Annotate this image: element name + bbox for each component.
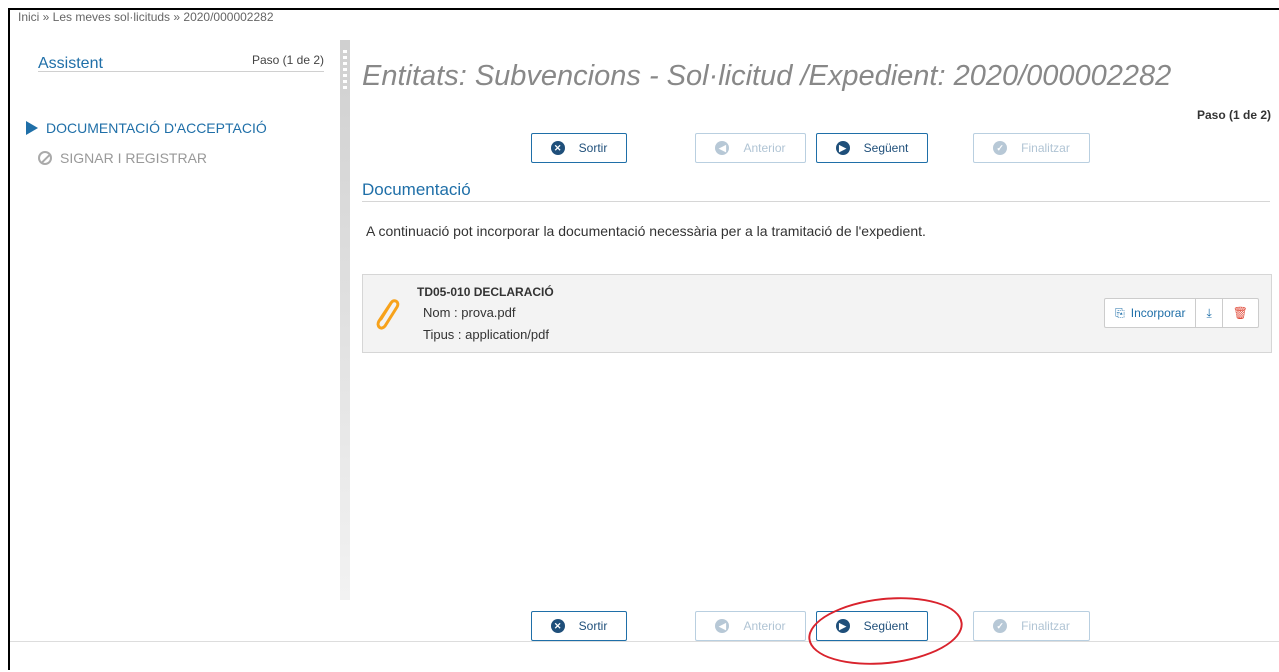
step-indicator: Paso (1 de 2) — [1196, 108, 1271, 122]
download-button[interactable]: ⤓ — [1196, 299, 1223, 327]
footer-divider — [10, 641, 1279, 642]
document-item: TD05-010 DECLARACIÓ Nom : prova.pdf Tipu… — [362, 274, 1272, 353]
check-circle-icon: ✓ — [993, 619, 1008, 633]
section-divider — [362, 201, 1270, 202]
exit-button[interactable]: ✕ Sortir — [531, 133, 627, 163]
finish-button: ✓ Finalitzar — [973, 133, 1090, 163]
splitter[interactable] — [340, 40, 350, 600]
previous-circle-icon: ◀ — [715, 141, 730, 155]
sidebar-item-documentacio[interactable]: DOCUMENTACIÓ D'ACCEPTACIÓ — [26, 120, 267, 136]
top-button-row: ✕ Sortir ◀ Anterior ▶ Següent ✓ Finalitz… — [360, 133, 1270, 163]
sidebar-title: Assistent — [38, 55, 103, 72]
sidebar-step: Paso (1 de 2) — [251, 53, 324, 67]
breadcrumb[interactable]: Inici » Les meves sol·licituds » 2020/00… — [18, 10, 274, 24]
sidebar-header: Assistent Paso (1 de 2) — [38, 52, 324, 72]
sidebar-item-label: DOCUMENTACIÓ D'ACCEPTACIÓ — [46, 120, 267, 136]
next-button[interactable]: ▶ Següent — [816, 133, 928, 163]
document-actions: ⎘ Incorporar ⤓ 🗑 — [1104, 298, 1259, 328]
document-code: TD05-010 DECLARACIÓ — [417, 285, 554, 299]
next-circle-icon: ▶ — [835, 141, 850, 155]
document-type: Tipus : application/pdf — [423, 327, 549, 342]
document-name: Nom : prova.pdf — [423, 305, 516, 320]
check-circle-icon: ✓ — [993, 141, 1008, 155]
previous-circle-icon: ◀ — [715, 619, 730, 633]
play-icon — [26, 121, 38, 135]
sidebar-item-label: SIGNAR I REGISTRAR — [60, 150, 208, 166]
close-circle-icon: ✕ — [550, 141, 565, 155]
page-title: Entitats: Subvencions - Sol·licitud /Exp… — [362, 60, 1172, 92]
previous-button-bottom: ◀ Anterior — [695, 611, 806, 641]
intro-text: A continuació pot incorporar la document… — [366, 223, 926, 239]
download-icon: ⤓ — [1206, 305, 1212, 320]
sidebar: Assistent Paso (1 de 2) DOCUMENTACIÓ D'A… — [10, 30, 340, 600]
incorporate-button[interactable]: ⎘ Incorporar — [1105, 299, 1197, 327]
exit-button-bottom[interactable]: ✕ Sortir — [531, 611, 627, 641]
delete-button[interactable]: 🗑 — [1223, 299, 1258, 327]
finish-button-bottom: ✓ Finalitzar — [973, 611, 1090, 641]
grip-icon — [343, 50, 347, 90]
disabled-icon — [38, 151, 52, 165]
section-title: Documentació — [362, 180, 471, 199]
sidebar-item-signar: SIGNAR I REGISTRAR — [26, 150, 207, 166]
attach-icon: ⎘ — [1115, 305, 1125, 320]
close-circle-icon: ✕ — [550, 619, 565, 633]
trash-icon: 🗑 — [1232, 306, 1248, 320]
paperclip-icon — [376, 299, 400, 330]
previous-button: ◀ Anterior — [695, 133, 806, 163]
